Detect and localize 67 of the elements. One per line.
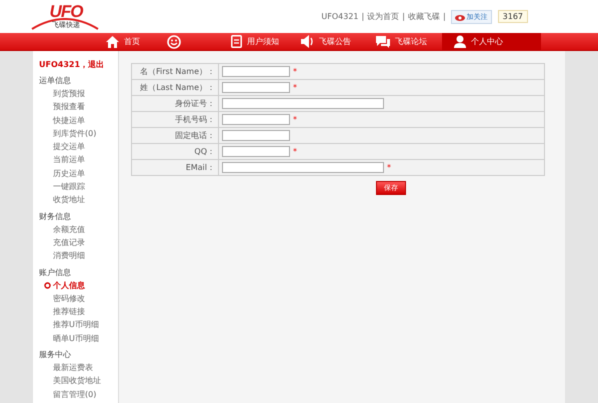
top-link[interactable]: 设为首页 (367, 11, 400, 22)
sidebar-item[interactable]: 充值记录 (53, 236, 85, 250)
nav-tab[interactable]: 首页 (98, 33, 159, 50)
input-field[interactable] (222, 162, 384, 173)
sidebar-item[interactable]: 美国收货地址 (53, 374, 101, 388)
nav-tab[interactable]: 个人中心 (442, 33, 541, 50)
required-mark: * (293, 82, 297, 92)
user-icon (454, 35, 466, 48)
chat-icon (376, 36, 390, 48)
circle-icon (44, 282, 51, 289)
speaker-icon (301, 35, 314, 48)
field-label: 姓（Last Name）： (132, 80, 218, 96)
input-field[interactable] (222, 130, 290, 141)
sidebar-item[interactable]: 留言管理(0) (53, 388, 96, 401)
sidebar-item[interactable]: 最新运费表 (53, 361, 93, 374)
sidebar-item[interactable]: 个人信息 (53, 278, 85, 292)
group-heading: 财务信息 (39, 210, 72, 223)
sidebar-item[interactable]: 到货预报 (53, 87, 85, 100)
field-label: 名（First Name）： (132, 64, 218, 80)
sidebar-item[interactable]: 密码修改 (53, 292, 85, 306)
smiley-icon (167, 34, 181, 48)
group-heading: 服务中心 (39, 349, 72, 362)
input-field[interactable] (222, 66, 290, 77)
nav-tab[interactable]: 用户须知 (223, 33, 289, 50)
top-link[interactable]: 收藏飞碟 (408, 11, 440, 22)
field-label: EMail： (132, 160, 218, 176)
eye-icon (454, 12, 465, 20)
sidebar-item[interactable]: 消费明细 (53, 249, 85, 263)
field-label: 手机号码： (132, 112, 218, 128)
sidebar-item[interactable]: 提交运单 (53, 140, 85, 154)
sidebar-item[interactable]: 历史运单 (53, 166, 85, 180)
document-icon (231, 35, 242, 48)
logo-mark: UFO (50, 2, 82, 20)
group-heading: 运单信息 (39, 75, 72, 87)
separator: | (362, 12, 364, 21)
separator: | (402, 12, 405, 21)
field-label: 固定电话： (132, 128, 218, 144)
saucer-icon (30, 18, 100, 30)
input-field[interactable] (222, 98, 384, 109)
required-mark: * (293, 146, 297, 156)
required-mark: * (387, 162, 391, 172)
sidebar-item[interactable]: 推荐U币明细 (53, 318, 99, 332)
sidebar-item[interactable]: 快捷运单 (53, 114, 85, 127)
group-heading: 账户信息 (39, 266, 72, 279)
sidebar-item[interactable]: 余额充值 (53, 222, 85, 236)
username: UFO4321， (39, 60, 88, 69)
input-field[interactable] (222, 146, 290, 157)
sidebar-item[interactable]: 当前运单 (53, 153, 85, 167)
field-label: 身份证号： (132, 96, 218, 112)
input-field[interactable] (222, 82, 290, 93)
logout-link[interactable]: 退出 (88, 60, 104, 69)
follower-count: 3167 (498, 10, 528, 23)
nav-tab[interactable]: 飞碟公告 (293, 33, 364, 50)
sidebar-item[interactable]: 预报查看 (53, 100, 85, 114)
home-icon (106, 36, 119, 48)
input-field[interactable] (222, 114, 290, 125)
field-label: QQ： (132, 144, 218, 160)
separator: | (442, 12, 446, 21)
required-mark: * (293, 66, 297, 76)
nav-tab[interactable]: 飞碟论坛 (368, 33, 436, 50)
required-mark: * (293, 114, 297, 124)
sidebar-item[interactable]: 晒单U币明细 (53, 332, 99, 346)
top-link[interactable]: UFO4321 (321, 12, 359, 21)
sidebar-item[interactable]: 推荐链接 (53, 305, 85, 318)
sidebar-item[interactable]: 一键跟踪 (53, 180, 85, 194)
sidebar-item[interactable]: 到库货件(0) (53, 126, 96, 140)
sidebar-item[interactable]: 收货地址 (53, 193, 85, 207)
